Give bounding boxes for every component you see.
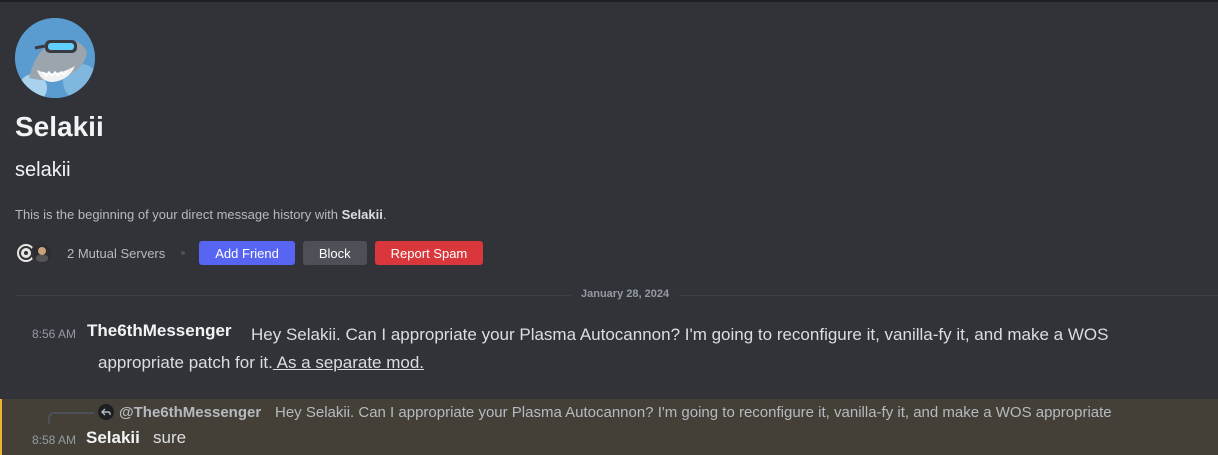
intro-suffix: . [382,207,387,222]
shark-avatar-icon [15,18,95,98]
mutual-server-icon [31,242,53,264]
reply-spine [48,412,94,424]
profile-display-name: Selakii [15,111,104,142]
dm-channel: Selakii selakii This is the beginning of… [0,0,1218,455]
dm-intro-text: This is the beginning of your direct mes… [15,207,386,222]
add-friend-button[interactable]: Add Friend [199,241,295,265]
message-content: Hey Selakii. Can I appropriate your Plas… [98,321,1178,377]
message-author[interactable]: Selakii [86,428,140,448]
intro-name: Selakii [341,207,383,222]
message-text: Hey Selakii. Can I appropriate your Plas… [98,325,1109,372]
date-divider: January 28, 2024 [571,288,680,300]
separator-dot [181,251,186,255]
message-timestamp[interactable]: 8:56 AM [32,327,76,341]
reply-arrow-icon [98,404,114,420]
reply-preview[interactable]: Hey Selakii. Can I appropriate your Plas… [275,404,1210,421]
profile-actions: 2 Mutual Servers Add Friend Block Report… [15,241,491,265]
mutual-servers-link[interactable]: 2 Mutual Servers [67,246,165,261]
intro-prefix: This is the beginning of your direct mes… [15,207,342,222]
block-button[interactable]: Block [302,241,367,265]
message-link[interactable]: As a separate mod. [273,353,424,372]
reply-author[interactable]: @The6thMessenger [119,404,261,421]
message-timestamp[interactable]: 8:58 AM [32,433,76,447]
message-text: sure [153,428,187,447]
profile-avatar[interactable] [15,18,95,98]
report-spam-button[interactable]: Report Spam [374,241,484,265]
mutual-server-icons[interactable] [15,241,59,265]
profile-username: selakii [15,159,71,181]
